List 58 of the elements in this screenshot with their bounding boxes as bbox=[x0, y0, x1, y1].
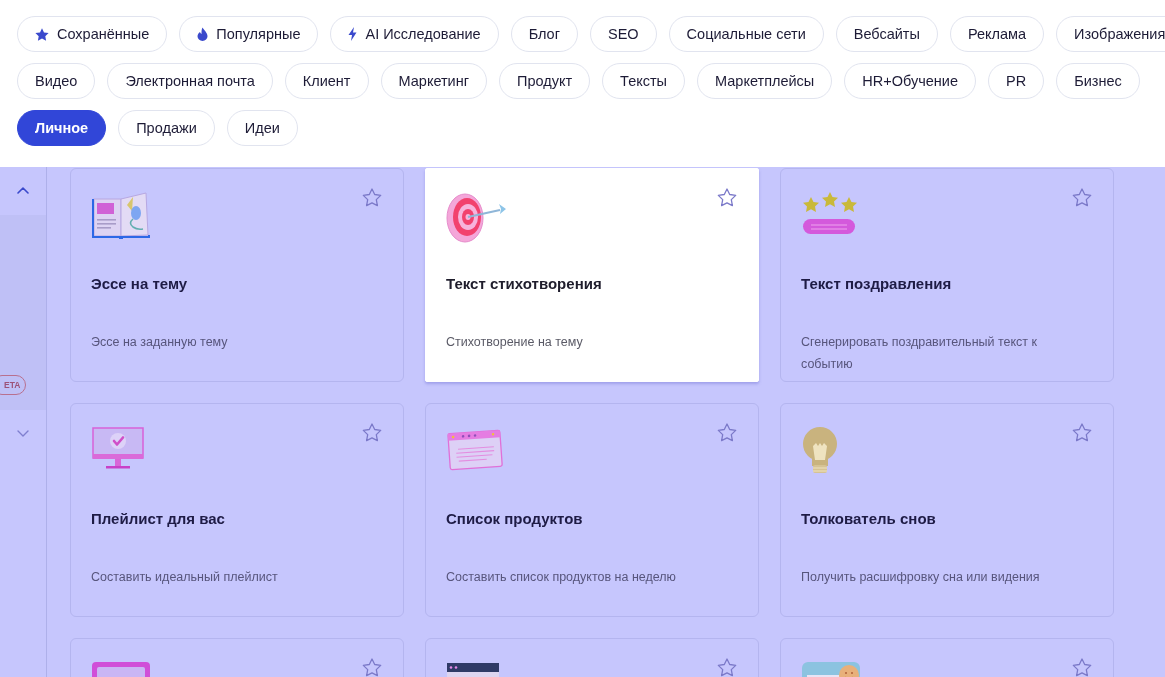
card-description: Получить расшифровку сна или видения bbox=[801, 569, 1041, 586]
filter-chip[interactable]: Личное bbox=[17, 110, 107, 146]
star-icon[interactable] bbox=[1072, 423, 1092, 442]
star-icon[interactable] bbox=[362, 188, 382, 207]
star-icon[interactable] bbox=[717, 423, 737, 442]
star-icon[interactable] bbox=[362, 423, 382, 442]
filter-chip[interactable]: Видео bbox=[17, 63, 96, 99]
card-title: Текст стихотворения bbox=[446, 274, 603, 294]
filter-chip[interactable]: Маркетплейсы bbox=[697, 63, 833, 99]
filter-chip[interactable]: Продажи bbox=[118, 110, 215, 146]
drop-icon bbox=[197, 27, 209, 41]
template-card[interactable]: Эссе на тему Эссе на заданную тему bbox=[70, 168, 404, 382]
card-description: Составить список продуктов на неделю bbox=[446, 569, 677, 586]
chevron-up-icon[interactable] bbox=[17, 187, 29, 194]
chevron-down-icon[interactable] bbox=[17, 430, 29, 437]
filter-chip[interactable]: PR bbox=[988, 63, 1045, 99]
card-description: Составить идеальный плейлист bbox=[91, 569, 279, 586]
card-description: Эссе на заданную тему bbox=[91, 334, 229, 351]
filter-chip[interactable]: Клиент bbox=[284, 63, 369, 99]
template-card[interactable]: Текст поздравления Сгенерировать поздравительный текст к событию bbox=[780, 168, 1114, 382]
lightbulb-icon bbox=[801, 426, 839, 476]
card-description: Стихотворение на тему bbox=[446, 334, 584, 351]
template-card[interactable]: Толкователь снов Получить расшифровку сна или видения bbox=[780, 403, 1114, 617]
filter-chip[interactable]: Изображения bbox=[1056, 16, 1165, 52]
target-icon bbox=[446, 191, 508, 243]
filter-chip[interactable]: Социальные сети bbox=[668, 16, 824, 52]
star-icon[interactable] bbox=[1072, 188, 1092, 207]
filter-chip[interactable]: Реклама bbox=[949, 16, 1045, 52]
card-description: Сгенерировать поздравительный текст к событию bbox=[801, 334, 1039, 373]
star-icon[interactable] bbox=[1072, 658, 1092, 677]
star-icon bbox=[35, 27, 49, 41]
filter-chip[interactable]: Продукт bbox=[499, 63, 591, 99]
filter-chip[interactable]: Сохранённые bbox=[17, 16, 168, 52]
star-icon[interactable] bbox=[717, 188, 737, 207]
filter-chip[interactable]: AI Исследование bbox=[330, 16, 499, 52]
card-title: Плейлист для вас bbox=[91, 509, 226, 529]
filter-chip[interactable]: Блог bbox=[510, 16, 578, 52]
card-title: Эссе на тему bbox=[91, 274, 189, 294]
template-card[interactable]: Плейлист для вас Составить идеальный плейлист bbox=[70, 403, 404, 617]
monitor-check-icon bbox=[91, 426, 147, 472]
card-title: Толкователь снов bbox=[801, 509, 937, 529]
lightning-icon bbox=[348, 27, 358, 41]
filter-chip[interactable]: SEO bbox=[590, 16, 657, 52]
star-icon[interactable] bbox=[717, 658, 737, 677]
filter-chip[interactable]: HR+Обучение bbox=[844, 63, 976, 99]
open-book-icon bbox=[91, 191, 151, 239]
template-card[interactable]: Текст стихотворения Стихотворение на тему bbox=[425, 168, 759, 382]
filter-chip[interactable]: Тексты bbox=[602, 63, 686, 99]
star-icon[interactable] bbox=[362, 658, 382, 677]
filter-chip[interactable]: Популярные bbox=[179, 16, 319, 52]
filter-chip[interactable]: Идеи bbox=[226, 110, 298, 146]
card-title: Текст поздравления bbox=[801, 274, 953, 294]
filter-chip[interactable]: Вебсайты bbox=[835, 16, 938, 52]
filter-chip[interactable]: Маркетинг bbox=[380, 63, 487, 99]
filter-chip[interactable]: Электронная почта bbox=[107, 63, 273, 99]
card-title: Список продуктов bbox=[446, 509, 584, 529]
filter-chip[interactable]: Бизнес bbox=[1056, 63, 1140, 99]
template-card[interactable]: Список продуктов Составить список продуктов на неделю bbox=[425, 403, 759, 617]
